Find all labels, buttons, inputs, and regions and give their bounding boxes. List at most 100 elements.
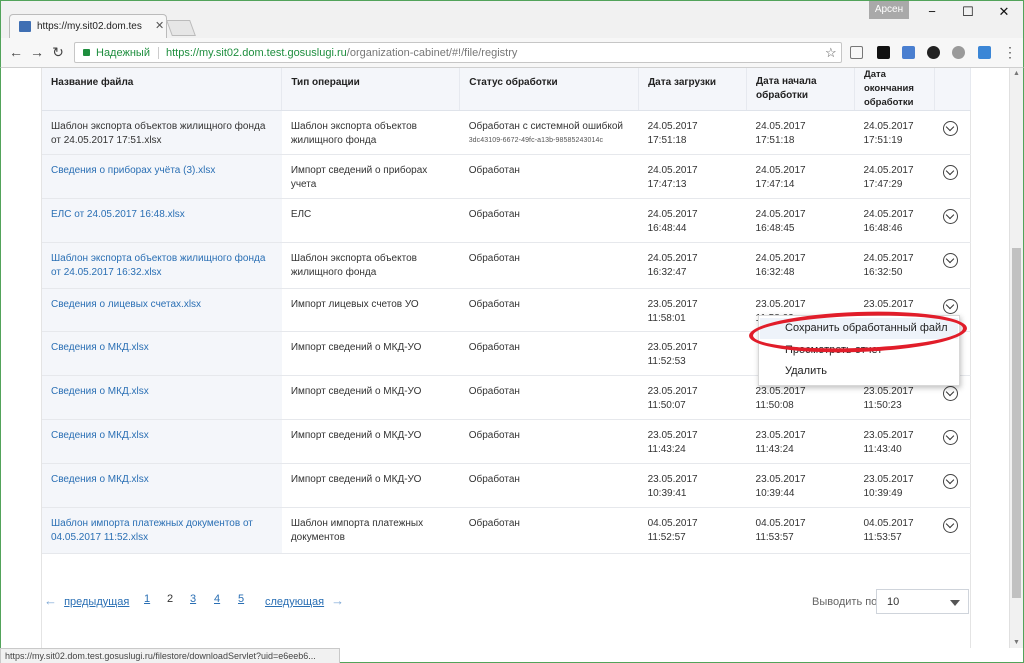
file-name-link[interactable]: ЕЛС от 24.05.2017 16:48.xlsx bbox=[51, 209, 185, 220]
cell-file-name: Сведения о МКД.xlsx bbox=[42, 331, 282, 376]
cell-uploaded-text: 23.05.2017 11:50:07 bbox=[647, 386, 698, 411]
cell-status: Обработан bbox=[459, 242, 639, 289]
menu-item-delete[interactable]: Удалить bbox=[785, 365, 827, 377]
col-header-operation[interactable]: Тип операции bbox=[281, 68, 461, 111]
pager-next-link[interactable]: следующая bbox=[265, 596, 324, 608]
cell-uploaded-text: 23.05.2017 11:52:53 bbox=[647, 342, 698, 367]
cell-finished: 24.05.2017 17:47:29 bbox=[854, 154, 935, 199]
file-name-link[interactable]: Сведения о приборах учёта (3).xlsx bbox=[51, 165, 215, 176]
extension-icon[interactable] bbox=[877, 46, 890, 59]
scroll-thumb[interactable] bbox=[1012, 248, 1021, 598]
per-page-select[interactable]: 10 bbox=[876, 589, 969, 614]
translate-icon[interactable] bbox=[902, 46, 915, 59]
back-icon[interactable]: ← bbox=[7, 44, 25, 60]
page-link[interactable]: 1 bbox=[144, 593, 150, 605]
row-menu-chevron-icon[interactable] bbox=[943, 299, 959, 314]
pager-prev[interactable]: ← предыдущая bbox=[44, 593, 129, 608]
cell-started-text: 23.05.2017 10:39:44 bbox=[755, 474, 806, 499]
file-name-link[interactable]: Сведения о МКД.xlsx bbox=[51, 474, 149, 485]
cell-uploaded: 24.05.2017 16:48:44 bbox=[638, 198, 747, 243]
new-tab-button[interactable] bbox=[166, 20, 196, 36]
file-name-text: Шаблон экспорта объектов жилищного фонда… bbox=[51, 121, 266, 146]
minimize-icon[interactable]: − bbox=[922, 4, 942, 19]
pager-prev-link[interactable]: предыдущая bbox=[64, 596, 129, 608]
cell-started: 23.05.2017 10:39:44 bbox=[746, 463, 855, 508]
tab-close-icon[interactable]: ✕ bbox=[155, 19, 164, 32]
page-scrollbar[interactable]: ▲ ▼ bbox=[1009, 68, 1023, 648]
col-header-status[interactable]: Статус обработки bbox=[459, 68, 640, 111]
row-menu-chevron-icon[interactable] bbox=[943, 430, 959, 445]
extension-icon[interactable] bbox=[978, 46, 991, 59]
scroll-up-icon[interactable]: ▲ bbox=[1013, 70, 1020, 77]
secure-label: Надежный bbox=[96, 47, 150, 59]
per-page-value: 10 bbox=[887, 596, 900, 608]
file-name-link[interactable]: Сведения о МКД.xlsx bbox=[51, 386, 149, 397]
row-menu-chevron-icon[interactable] bbox=[943, 209, 959, 224]
browser-menu-icon[interactable]: ⋮ bbox=[1003, 44, 1017, 61]
close-window-icon[interactable]: ✕ bbox=[994, 4, 1014, 20]
extension-icon[interactable] bbox=[952, 46, 965, 59]
pager-next[interactable]: следующая → bbox=[265, 593, 344, 608]
menu-item-view-report[interactable]: Просмотреть отчет bbox=[785, 344, 882, 356]
col-header-finished[interactable]: Дата окончания обработки bbox=[854, 68, 935, 111]
file-name-link[interactable]: Шаблон импорта платежных документов от 0… bbox=[51, 518, 253, 543]
col-header-started[interactable]: Дата начала обработки bbox=[746, 68, 855, 111]
row-menu-chevron-icon[interactable] bbox=[943, 253, 959, 268]
pager-page-5[interactable]: 5 bbox=[238, 593, 244, 605]
cell-file-name: Сведения о лицевых счетах.xlsx bbox=[42, 288, 282, 332]
col-header-uploaded[interactable]: Дата загрузки bbox=[638, 68, 748, 111]
cell-file-name: Шаблон экспорта объектов жилищного фонда… bbox=[42, 242, 282, 289]
per-page-label: Выводить по bbox=[812, 596, 878, 608]
row-menu-chevron-icon[interactable] bbox=[943, 386, 959, 401]
file-name-link[interactable]: Сведения о МКД.xlsx bbox=[51, 342, 149, 353]
col-header-actions bbox=[934, 68, 972, 111]
page-link[interactable]: 3 bbox=[190, 593, 196, 605]
cell-operation: Импорт сведений о МКД-УО bbox=[281, 463, 460, 508]
pager-page-4[interactable]: 4 bbox=[214, 593, 220, 605]
cell-started: 24.05.2017 17:47:14 bbox=[746, 154, 855, 199]
forward-icon[interactable]: → bbox=[28, 44, 46, 60]
cell-status: Обработан bbox=[459, 198, 639, 243]
bookmark-star-icon[interactable]: ☆ bbox=[825, 45, 837, 61]
cell-operation-text: Шаблон импорта платежных документов bbox=[290, 518, 424, 543]
cell-started: 24.05.2017 16:48:45 bbox=[746, 198, 855, 243]
menu-item-save-processed-file[interactable]: Сохранить обработанный файл bbox=[785, 322, 948, 334]
row-menu-chevron-icon[interactable] bbox=[943, 121, 959, 136]
url-text[interactable]: https://my.sit02.dom.test.gosuslugi.ru/o… bbox=[166, 47, 517, 59]
extension-icon[interactable] bbox=[850, 46, 863, 59]
address-bar[interactable]: Надежный https://my.sit02.dom.test.gosus… bbox=[74, 42, 842, 63]
profile-badge[interactable]: Арсен bbox=[869, 1, 909, 19]
cell-status: Обработан bbox=[459, 419, 639, 464]
cell-finished-text: 23.05.2017 11:43:40 bbox=[863, 430, 914, 455]
col-header-name[interactable]: Название файла bbox=[42, 68, 283, 111]
reload-icon[interactable]: ↻ bbox=[49, 44, 67, 61]
cell-file-name: Шаблон экспорта объектов жилищного фонда… bbox=[42, 110, 282, 155]
site-favicon-icon bbox=[19, 21, 31, 32]
cell-started-text: 24.05.2017 16:32:48 bbox=[755, 253, 806, 278]
maximize-icon[interactable]: ☐ bbox=[958, 4, 978, 20]
cell-status: Обработан bbox=[459, 331, 639, 376]
page-viewport: Название файла Тип операции Статус обраб… bbox=[0, 68, 1024, 648]
file-name-link[interactable]: Шаблон экспорта объектов жилищного фонда… bbox=[51, 253, 265, 278]
cell-uploaded-text: 24.05.2017 17:47:13 bbox=[647, 165, 698, 190]
table-row: Шаблон импорта платежных документов от 0… bbox=[42, 507, 971, 554]
file-name-link[interactable]: Сведения о МКД.xlsx bbox=[51, 430, 149, 441]
cell-uploaded: 04.05.2017 11:52:57 bbox=[638, 507, 747, 554]
extension-icon[interactable] bbox=[927, 46, 940, 59]
cell-file-name: ЕЛС от 24.05.2017 16:48.xlsx bbox=[42, 198, 282, 243]
cell-started-text: 24.05.2017 16:48:45 bbox=[755, 209, 806, 234]
cell-actions bbox=[934, 110, 971, 155]
page-link[interactable]: 5 bbox=[238, 593, 244, 605]
row-menu-chevron-icon[interactable] bbox=[943, 165, 959, 180]
row-menu-chevron-icon[interactable] bbox=[943, 474, 959, 489]
row-menu-chevron-icon[interactable] bbox=[943, 518, 959, 533]
pager-page-3[interactable]: 3 bbox=[190, 593, 196, 605]
page-link[interactable]: 4 bbox=[214, 593, 220, 605]
browser-tab[interactable]: https://my.sit02.dom.tes ✕ bbox=[9, 14, 167, 38]
table-header-row: Название файла Тип операции Статус обраб… bbox=[42, 68, 972, 111]
cell-actions bbox=[934, 154, 971, 199]
cell-uploaded-text: 24.05.2017 17:51:18 bbox=[647, 121, 698, 146]
scroll-down-icon[interactable]: ▼ bbox=[1013, 639, 1020, 646]
pager-page-1[interactable]: 1 bbox=[144, 593, 150, 605]
file-name-link[interactable]: Сведения о лицевых счетах.xlsx bbox=[51, 299, 201, 310]
